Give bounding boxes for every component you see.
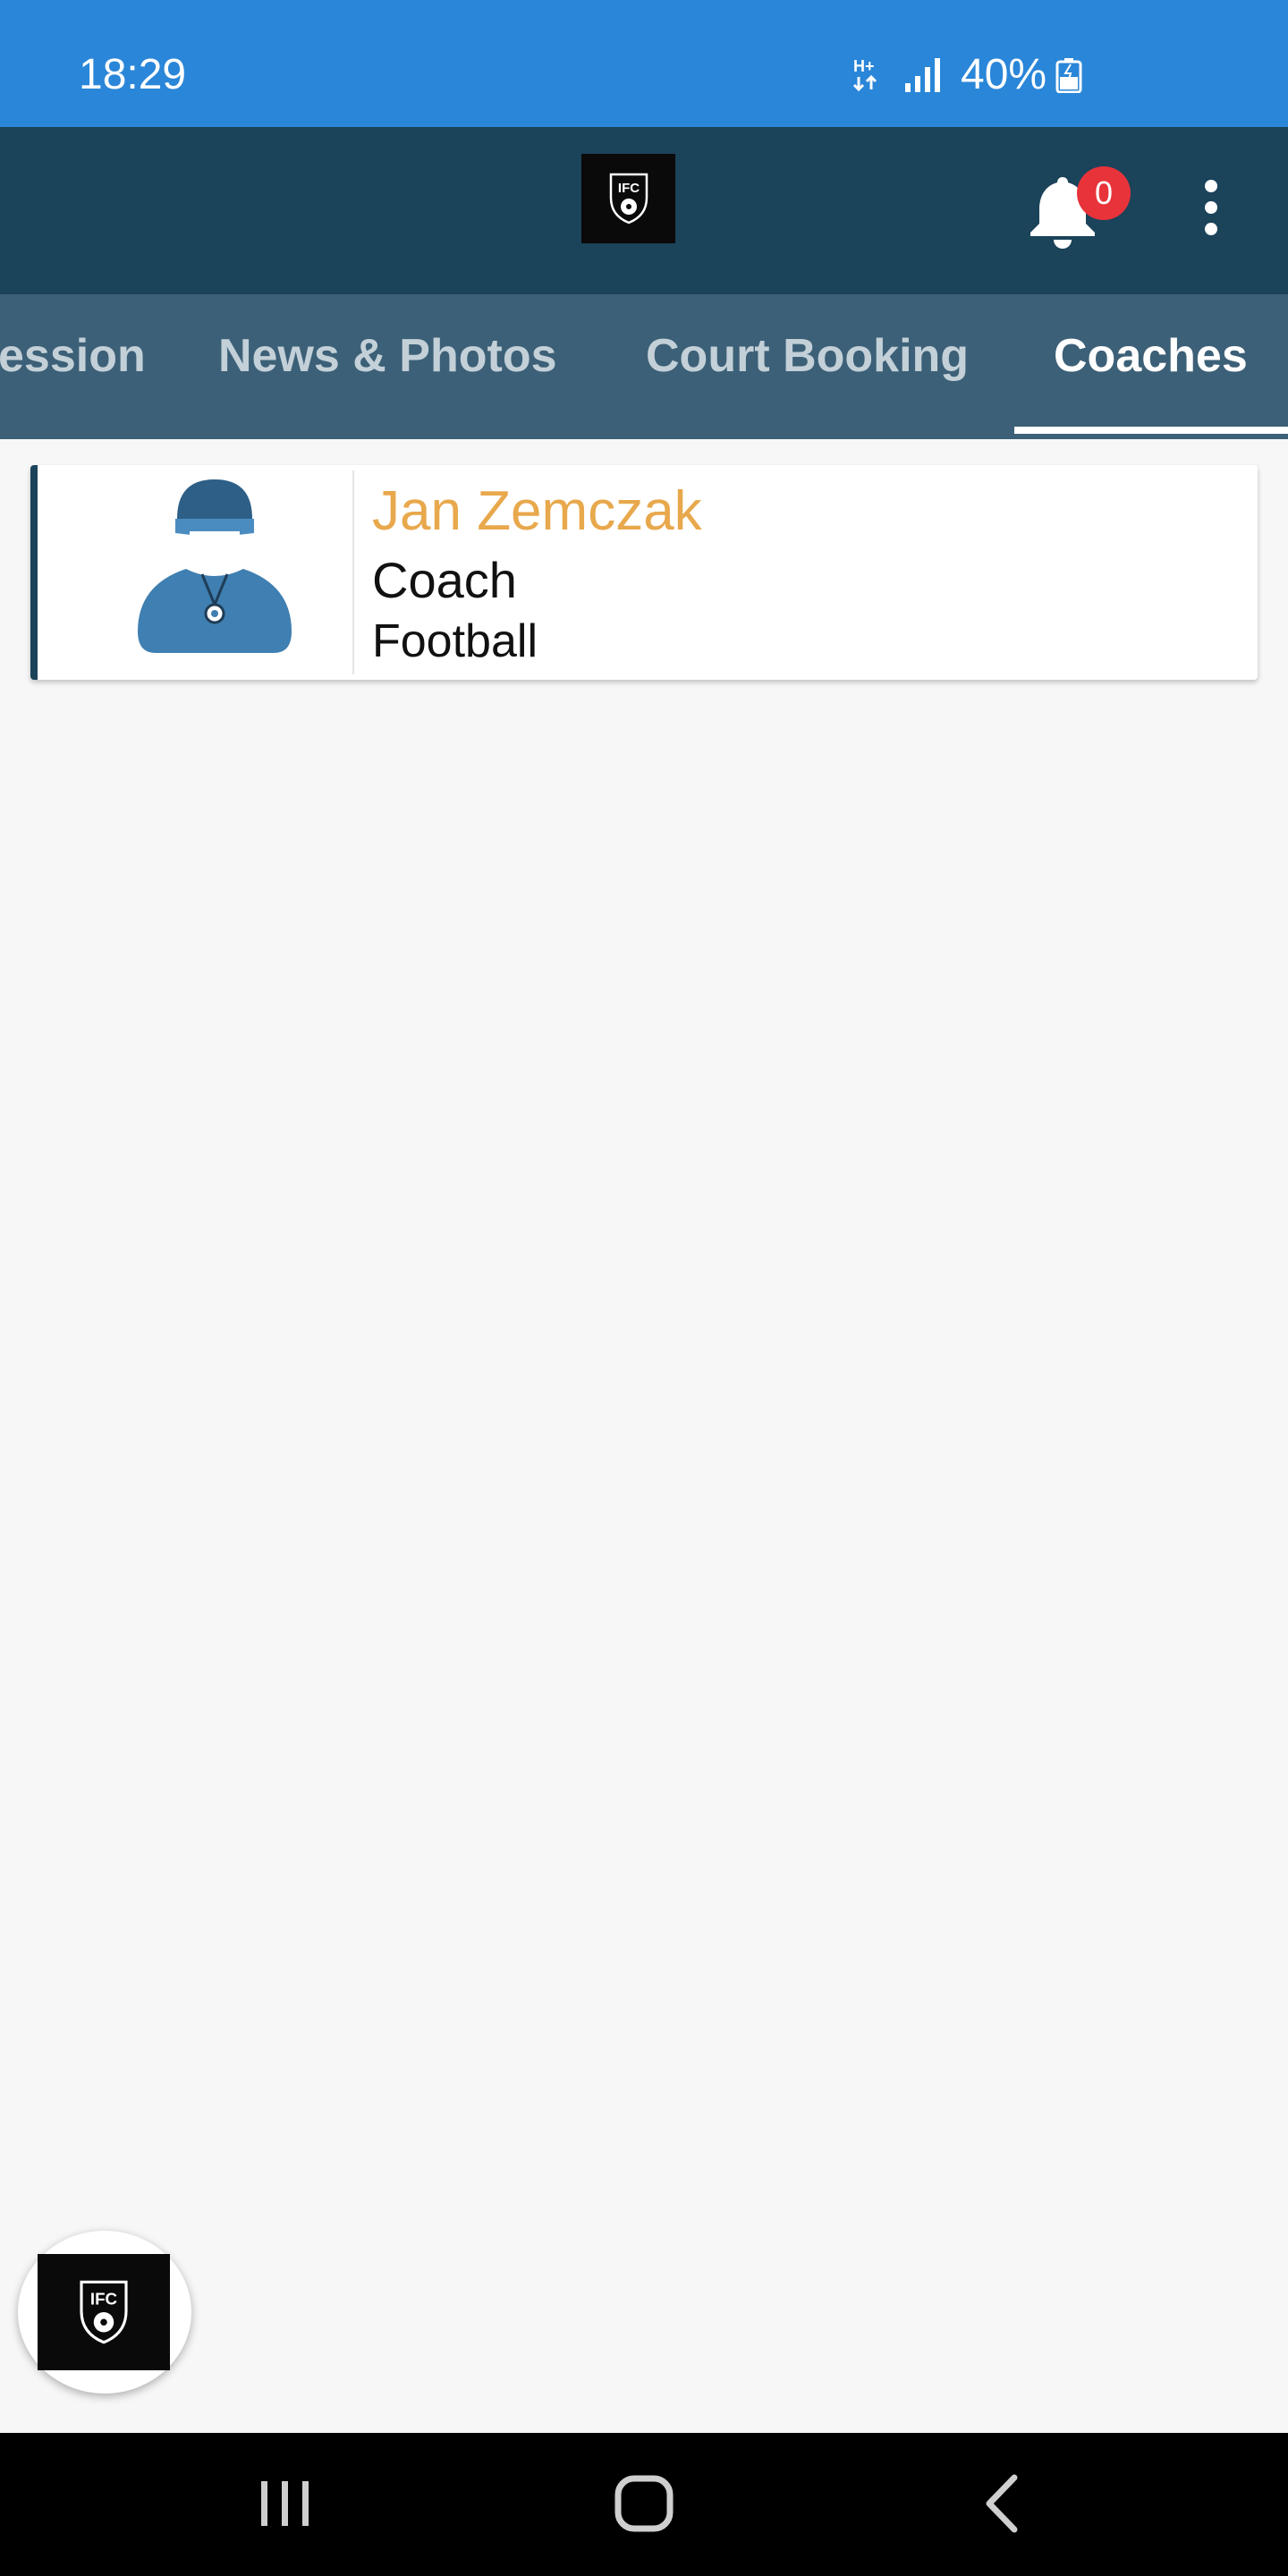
app-header: IFC 0 (0, 127, 1288, 294)
more-vert-icon[interactable] (1195, 175, 1227, 240)
coach-avatar-icon (138, 479, 292, 653)
coach-name: Jan Zemczak (372, 480, 702, 542)
status-time: 18:29 (79, 51, 187, 98)
tab-court-booking[interactable]: Court Booking (646, 294, 969, 439)
back-icon[interactable] (980, 2472, 1025, 2535)
battery-icon (1055, 58, 1082, 93)
network-type-label: H+ (853, 57, 875, 75)
tab-coaches[interactable]: Coaches (1054, 294, 1248, 439)
tab-news-photos[interactable]: News & Photos (218, 294, 557, 439)
coach-role: Coach (372, 552, 517, 608)
fab-logo-text: IFC (90, 2289, 118, 2308)
recents-icon[interactable] (254, 2472, 317, 2535)
notifications-button[interactable]: 0 (1025, 166, 1132, 256)
system-nav-bar (0, 2433, 1288, 2576)
coach-card[interactable]: Jan Zemczak Coach Football (30, 465, 1258, 680)
club-logo-text: IFC (617, 181, 639, 196)
home-icon[interactable] (614, 2472, 674, 2535)
active-tab-indicator (1014, 427, 1288, 434)
notification-badge: 0 (1077, 166, 1131, 220)
status-indicators: H+ 40% (850, 48, 1082, 102)
fab-logo: IFC (38, 2254, 170, 2370)
club-crest-icon: IFC (80, 2280, 128, 2344)
card-divider (352, 470, 354, 674)
signal-icon (905, 58, 940, 92)
coach-sport: Football (372, 615, 538, 667)
club-crest-icon: IFC (609, 173, 648, 225)
club-logo: IFC (581, 154, 675, 243)
tab-bar: ession News & Photos Court Booking Coach… (0, 294, 1288, 439)
battery-percent: 40% (961, 51, 1047, 98)
club-fab-button[interactable]: IFC (18, 2231, 191, 2394)
network-type-icon: H+ (852, 57, 877, 92)
status-bar: 18:29 H+ 40% (0, 0, 1288, 127)
tab-session[interactable]: ession (0, 294, 146, 439)
